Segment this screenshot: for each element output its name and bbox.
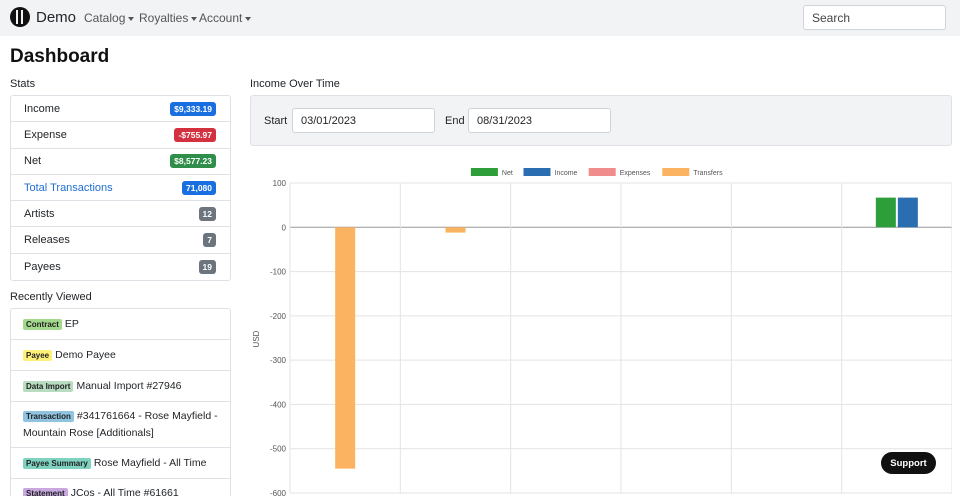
recent-item-type-badge: Contract — [23, 318, 62, 330]
stats-row-net: Net $8,577.23 — [11, 149, 230, 175]
caret-down-icon — [245, 16, 252, 21]
recent-item[interactable]: Payee Demo Payee — [11, 340, 230, 371]
recently-viewed-heading: Recently Viewed — [10, 291, 92, 303]
recent-item-title: EP — [64, 317, 79, 330]
recent-item[interactable]: Transaction #341761664 - Rose Mayfield - … — [11, 402, 230, 448]
chart-bars — [335, 197, 918, 469]
stats-value-badge: -$755.97 — [174, 127, 216, 142]
nav-catalog-label: Catalog — [84, 11, 126, 25]
brand-logo-icon — [10, 7, 30, 27]
legend-label: Transfers — [693, 170, 723, 177]
stats-value-badge: 12 — [198, 206, 216, 221]
y-tick-label: 100 — [273, 179, 287, 188]
end-date-label: End — [445, 115, 465, 127]
y-tick-label: -200 — [270, 312, 287, 321]
recent-item-type-badge: Data Import — [23, 380, 74, 392]
recent-item-title: JCos - All Time #61661 — [70, 487, 179, 496]
recent-item[interactable]: Data Import Manual Import #27946 — [11, 371, 230, 402]
recent-item-type-badge: Payee Summary — [23, 457, 91, 469]
nav-royalties-label: Royalties — [139, 11, 189, 25]
nav-catalog-menu[interactable]: Catalog — [84, 11, 135, 25]
start-date-label: Start — [264, 115, 288, 127]
stats-row-releases: Releases 7 — [11, 227, 230, 254]
recent-item[interactable]: Payee Summary Rose Mayfield - All Time — [11, 448, 230, 479]
nav-account-menu[interactable]: Account — [199, 11, 252, 25]
recent-item-type-badge: Transaction — [23, 411, 74, 422]
bar-transfers[interactable] — [335, 227, 356, 469]
recently-viewed-list: Contract EP Payee Demo Payee Data Import Manu… — [10, 308, 231, 496]
search-input[interactable] — [803, 5, 946, 30]
y-tick-label: -500 — [270, 445, 287, 454]
legend-label: Income — [555, 170, 578, 177]
caret-down-icon — [191, 16, 198, 21]
stats-row-artists: Artists 12 — [11, 201, 230, 228]
recent-item-title: Manual Import #27946 — [76, 379, 182, 392]
legend-swatch — [588, 168, 616, 176]
end-date-input[interactable] — [468, 108, 611, 133]
stats-row-expense: Expense -$755.97 — [11, 122, 230, 149]
stats-value-badge: $9,333.19 — [170, 101, 216, 116]
y-tick-label: 0 — [282, 223, 287, 232]
y-tick-label: -400 — [270, 400, 287, 409]
stats-row-label: Net — [24, 155, 42, 168]
chart-legend: Net Income Expenses Transfers — [470, 168, 723, 177]
chart-y-ticks: 100 0 -100 -200 -300 -400 -500 -600 — [270, 179, 287, 496]
bar-transfers[interactable] — [445, 227, 466, 233]
top-navbar: Demo Catalog Royalties Account — [0, 0, 960, 36]
stats-row-payees: Payees 19 — [11, 254, 230, 280]
stats-row-income: Income $9,333.19 — [11, 96, 230, 123]
y-tick-label: -300 — [270, 356, 287, 365]
stats-row-label: Artists — [24, 207, 55, 220]
recent-item-type-badge: Payee — [23, 349, 53, 361]
recent-item-type-badge: Statement — [23, 488, 68, 496]
recent-item-title: Rose Mayfield - All Time — [93, 456, 207, 469]
stats-row-label: Income — [24, 102, 61, 115]
chart-grid — [289, 182, 952, 494]
stats-row-label: Releases — [24, 234, 70, 247]
start-date-input[interactable] — [292, 108, 435, 133]
page-title: Dashboard — [10, 46, 110, 67]
stats-row-total-transactions[interactable]: Total Transactions 71,080 — [11, 175, 230, 202]
stats-value-badge: $8,577.23 — [170, 154, 216, 169]
stats-row-label: Expense — [24, 128, 67, 141]
stats-heading: Stats — [10, 78, 36, 90]
stats-row-label: Payees — [24, 260, 61, 273]
stats-value-badge: 7 — [203, 233, 216, 248]
y-tick-label: -100 — [270, 268, 287, 277]
brand-link[interactable]: Demo — [10, 7, 76, 27]
stats-list: Income $9,333.19 Expense -$755.97 Net $8,577.… — [10, 95, 231, 282]
recent-item-title: Demo Payee — [55, 348, 116, 361]
legend-swatch — [662, 168, 690, 176]
bar-net[interactable] — [875, 197, 896, 228]
y-tick-label: -600 — [270, 489, 287, 496]
legend-label: Expenses — [620, 170, 651, 177]
recent-item[interactable]: Contract EP — [11, 309, 230, 340]
caret-down-icon — [128, 16, 135, 21]
date-range-panel: Start End — [250, 95, 952, 146]
chart-y-axis-label: USD — [252, 330, 261, 347]
legend-swatch — [470, 168, 498, 176]
bar-income[interactable] — [897, 197, 918, 228]
nav-account-label: Account — [199, 11, 243, 25]
recent-item[interactable]: Statement JCos - All Time #61661 — [11, 479, 230, 496]
brand-name: Demo — [36, 8, 77, 26]
stats-value-badge: 19 — [198, 259, 216, 274]
stats-value-badge: 71,080 — [182, 180, 216, 195]
legend-swatch — [523, 168, 551, 176]
legend-label: Net — [502, 170, 513, 177]
nav-royalties-menu[interactable]: Royalties — [139, 11, 198, 25]
income-over-time-heading: Income Over Time — [250, 78, 340, 90]
support-button[interactable]: Support — [881, 452, 936, 474]
stats-row-label: Total Transactions — [24, 181, 113, 194]
income-chart: 100 0 -100 -200 -300 -400 -500 -600 Net Income Ex… — [252, 168, 952, 496]
